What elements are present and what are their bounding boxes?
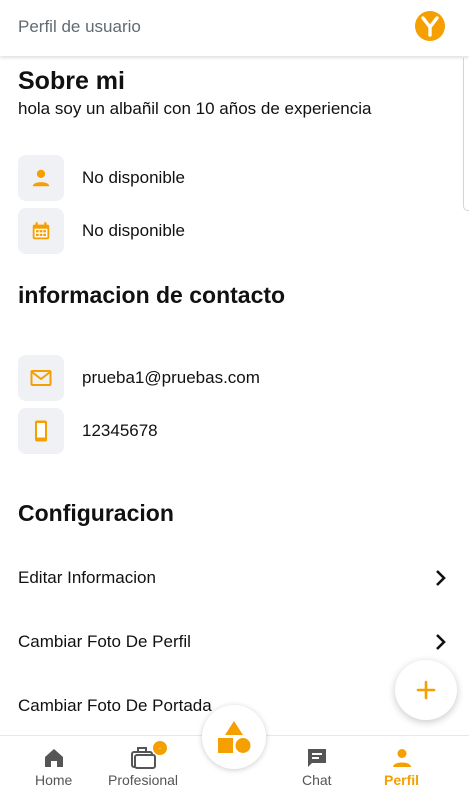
info-row-calendar: No disponible: [18, 208, 185, 254]
info-row-email: prueba1@pruebas.com: [18, 355, 260, 401]
calendar-info-value: No disponible: [82, 221, 186, 240]
nav-label-chat: Chat: [302, 772, 332, 788]
config-item-change-profile-photo[interactable]: Cambiar Foto De Perfil: [18, 632, 448, 652]
about-title: Sobre mi: [18, 67, 125, 95]
config-title: Configuracion: [18, 500, 174, 526]
plus-icon: [416, 680, 436, 700]
add-button[interactable]: [395, 660, 457, 720]
calendar-icon-box: [18, 208, 64, 254]
home-icon: [44, 749, 63, 767]
person-icon-box: [18, 155, 64, 201]
nav-item-profesional[interactable]: · Profesional: [108, 740, 179, 788]
nav-label-home: Home: [35, 772, 73, 788]
calendar-icon: [32, 222, 50, 240]
notification-badge: ·: [152, 740, 169, 756]
nav-item-perfil[interactable]: Perfil: [384, 746, 419, 788]
nav-item-chat[interactable]: Chat: [302, 746, 332, 788]
nav-item-home[interactable]: Home: [35, 746, 72, 788]
mail-icon: [30, 370, 52, 386]
config-item-label: Editar Informacion: [18, 568, 156, 587]
chevron-right-icon: [436, 570, 446, 586]
about-description: hola soy un albañil con 10 años de exper…: [18, 99, 372, 118]
y-logo-icon[interactable]: [415, 11, 445, 41]
person-info-value: No disponible: [82, 168, 186, 187]
chat-icon: [307, 749, 326, 767]
contact-title: informacion de contacto: [18, 282, 286, 308]
scroll-indicator: [463, 58, 469, 211]
phone-icon-box: [18, 408, 64, 454]
nav-label-profesional: Profesional: [108, 772, 179, 788]
phone-icon: [35, 420, 47, 442]
center-action-button[interactable]: [202, 705, 266, 769]
app-header: Perfil de usuario: [0, 0, 469, 56]
config-item-label: Cambiar Foto De Portada: [18, 696, 212, 715]
config-item-label: Cambiar Foto De Perfil: [18, 632, 191, 651]
config-item-edit-info[interactable]: Editar Informacion: [18, 568, 448, 588]
info-row-phone: 12345678: [18, 408, 158, 454]
page-title: Perfil de usuario: [18, 17, 141, 36]
info-row-person: No disponible: [18, 155, 185, 201]
nav-label-perfil: Perfil: [384, 772, 420, 788]
phone-value[interactable]: 12345678: [82, 421, 158, 441]
email-value[interactable]: prueba1@pruebas.com: [82, 368, 260, 388]
shapes-icon: [218, 721, 251, 753]
mail-icon-box: [18, 355, 64, 401]
person-icon: [32, 169, 50, 187]
person-icon: [392, 749, 411, 767]
chevron-right-icon: [436, 634, 446, 650]
